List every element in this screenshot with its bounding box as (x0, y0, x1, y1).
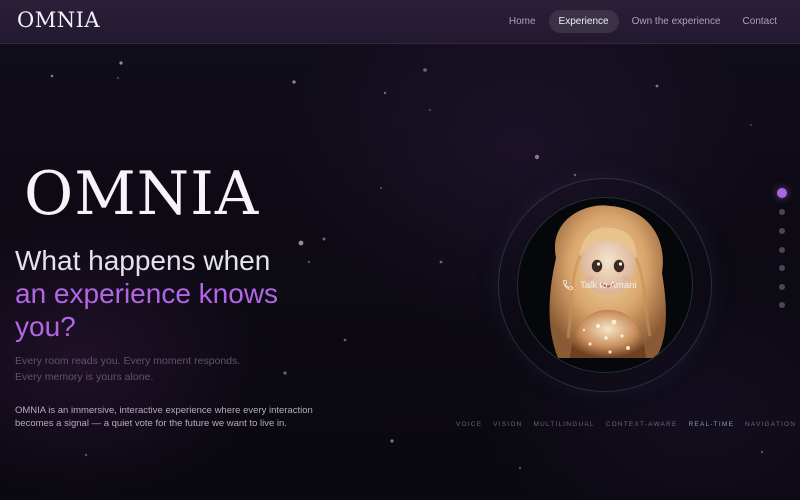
section-dot-1[interactable] (777, 188, 787, 198)
hero-tagline: Every room reads you. Every moment respo… (15, 353, 315, 385)
headline-line-1: What happens when (15, 245, 271, 276)
feature-multilingual: MULTILINGUAL (533, 421, 595, 428)
main-nav: Home Experience Own the experience Conta… (500, 10, 786, 33)
feature-list: VOICE VISION MULTILINGUAL CONTEXT-AWARE … (456, 421, 796, 428)
nav-home[interactable]: Home (500, 10, 545, 33)
feature-context-aware: CONTEXT-AWARE (605, 421, 678, 428)
tagline-line-1: Every room reads you. Every moment respo… (15, 355, 241, 367)
phone-icon (563, 280, 573, 290)
section-dot-4[interactable] (779, 247, 785, 253)
brand-logo[interactable]: OMNIA (17, 8, 100, 32)
section-dot-3[interactable] (779, 228, 785, 234)
section-dot-5[interactable] (779, 265, 785, 271)
feature-vision: VISION (493, 421, 523, 428)
nav-experience[interactable]: Experience (548, 10, 619, 33)
hero-logo: OMNIA (24, 159, 260, 229)
hero-description: OMNIA is an immersive, interactive exper… (15, 405, 313, 429)
section-dot-7[interactable] (779, 302, 785, 308)
hero-headline: What happens when an experience knows yo… (15, 244, 345, 343)
feature-voice: VOICE (456, 421, 483, 428)
section-dot-6[interactable] (779, 284, 785, 290)
feature-navigation: NAVIGATION (745, 421, 797, 428)
section-dot-2[interactable] (779, 209, 785, 215)
nav-own-the-experience[interactable]: Own the experience (623, 10, 730, 33)
top-navigation-bar: OMNIA Home Experience Own the experience… (0, 0, 800, 44)
talk-to-amani-label: Talk to Amani (580, 279, 637, 291)
headline-line-3: you? (15, 311, 76, 342)
nav-contact[interactable]: Contact (734, 10, 786, 33)
tagline-line-2: Every memory is yours alone. (15, 371, 154, 383)
headline-line-2: an experience knows (15, 278, 279, 309)
feature-real-time: REAL-TIME (688, 421, 735, 428)
talk-to-amani-button[interactable]: Talk to Amani (562, 277, 637, 293)
